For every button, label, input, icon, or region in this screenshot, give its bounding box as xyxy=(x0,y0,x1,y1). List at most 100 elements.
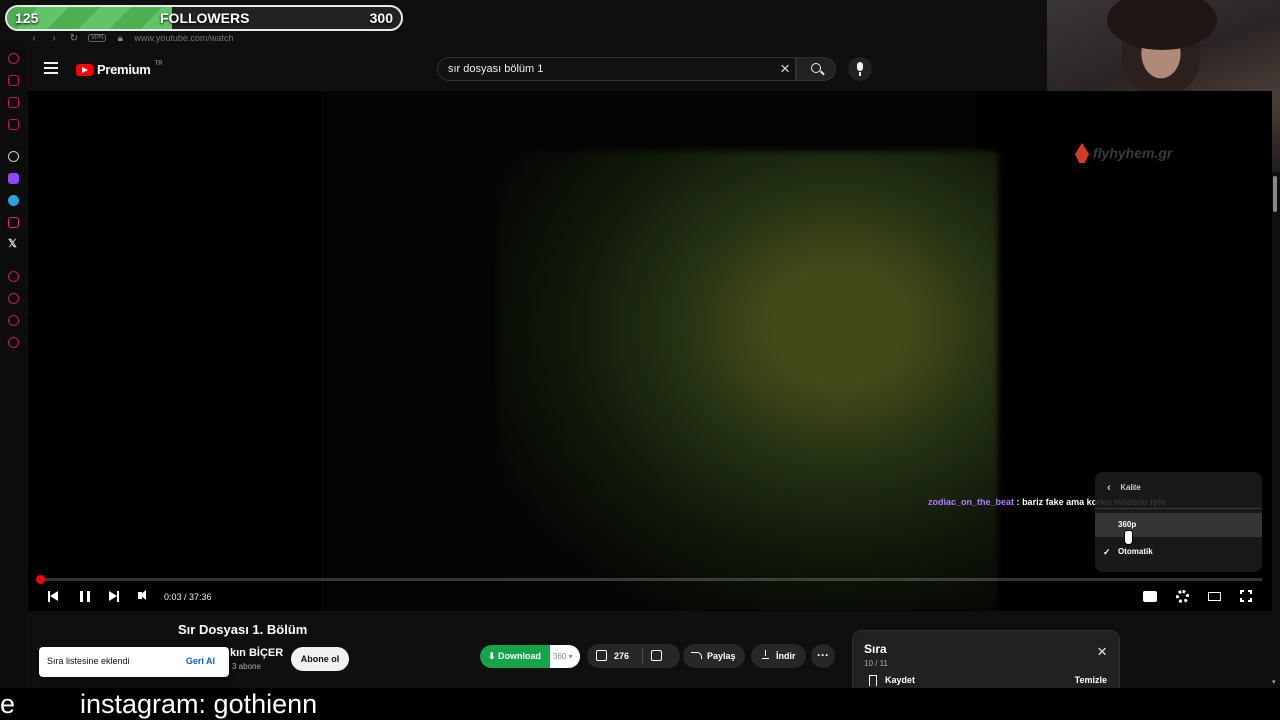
youtube-header: Premium TR sır dosyası bölüm 1 × xyxy=(28,45,1048,91)
quality-option-auto[interactable]: ✓ Otomatik xyxy=(1095,540,1262,564)
logo-region: TR xyxy=(154,60,163,67)
like-dislike-group: 276 xyxy=(587,644,680,668)
channel-name[interactable]: kın BİÇER xyxy=(230,647,283,659)
voice-search-button[interactable] xyxy=(848,57,872,81)
x-icon[interactable]: 𝕏 xyxy=(8,237,17,250)
stream-overlay-bar: e instagram: gothienn xyxy=(0,688,1280,720)
download-text: Download xyxy=(498,651,542,661)
lock-icon: 🔒︎ xyxy=(117,32,123,44)
volume-icon[interactable] xyxy=(138,590,146,600)
chat-separator: : xyxy=(1016,497,1020,507)
like-count[interactable]: 276 xyxy=(614,644,629,668)
close-icon[interactable]: × xyxy=(1097,643,1107,660)
chat-username: zodiac_on_the_beat xyxy=(928,497,1015,507)
check-icon: ✓ xyxy=(1103,547,1111,557)
watermark-text: flyhyhem.gr xyxy=(1093,145,1173,161)
share-label: Paylaş xyxy=(707,651,736,661)
menu-icon[interactable] xyxy=(44,62,58,74)
divider xyxy=(1095,508,1262,509)
share-icon xyxy=(691,652,702,659)
history-icon[interactable] xyxy=(8,293,19,304)
download-quality-select[interactable]: 360 ▾ xyxy=(550,645,580,668)
download-label: İndir xyxy=(776,651,796,661)
subscribe-button[interactable]: Abone ol xyxy=(291,647,349,671)
browser-toolbar: ‹ › ↻ VPN 🔒︎ www.youtube.com/watch xyxy=(28,31,1048,45)
sidebar-bag-icon[interactable] xyxy=(8,75,19,86)
video-watermark: flyhyhem.gr xyxy=(1075,143,1172,163)
sidebar-music-icon[interactable] xyxy=(8,119,19,130)
quality-option-360p[interactable]: 360p xyxy=(1095,513,1262,537)
youtube-logo-icon xyxy=(76,63,93,76)
quality-menu-header[interactable]: ‹ Kalite xyxy=(1107,482,1141,493)
player-controls: 0:03 / 37:36 xyxy=(28,583,1272,611)
prev-icon[interactable] xyxy=(48,591,60,602)
queue-panel: Sıra 10 / 11 × Kaydet Temizle xyxy=(852,630,1120,690)
quality-option-label: Otomatik xyxy=(1118,547,1153,556)
download-button[interactable]: İndir xyxy=(751,644,806,668)
queue-save-button[interactable]: Kaydet xyxy=(885,675,915,685)
time-display: 0:03 / 37:36 xyxy=(164,592,212,602)
undo-button[interactable]: Geri Al xyxy=(186,656,215,666)
telegram-icon[interactable] xyxy=(8,195,19,206)
scroll-thumb[interactable] xyxy=(1273,176,1277,212)
search-query[interactable]: sır dosyası bölüm 1 xyxy=(448,63,543,75)
dislike-icon[interactable] xyxy=(651,650,662,661)
browser-sidebar: 𝕏 GX ··· xyxy=(0,44,27,720)
chat-bubble-icon[interactable] xyxy=(8,315,19,326)
sidebar-player-icon[interactable] xyxy=(8,271,19,282)
like-icon[interactable] xyxy=(596,650,607,661)
theater-icon[interactable] xyxy=(1208,592,1221,601)
scroll-down-icon[interactable]: ▾ xyxy=(1272,678,1276,686)
share-button[interactable]: Paylaş xyxy=(683,644,745,668)
quality-menu-title: Kalite xyxy=(1120,483,1141,492)
subscriber-count: 3 abone xyxy=(232,662,261,671)
back-nav-icon[interactable]: ‹ xyxy=(28,33,40,44)
quality-menu: ‹ Kalite 360p ✓ Otomatik xyxy=(1095,472,1262,572)
download-extension-button[interactable]: ⬇ Download 360 ▾ xyxy=(480,645,580,668)
queue-position: 10 / 11 xyxy=(864,659,888,668)
search-button[interactable] xyxy=(796,57,836,81)
settings-icon[interactable] xyxy=(1176,590,1189,603)
sidebar-ai-icon[interactable] xyxy=(8,151,19,162)
search-icon xyxy=(811,63,821,73)
follower-label: FOLLOWERS xyxy=(160,10,250,26)
pause-icon[interactable] xyxy=(80,591,90,602)
next-icon[interactable] xyxy=(107,591,119,602)
queue-clear-button[interactable]: Temizle xyxy=(1075,675,1107,685)
overlay-instagram-text: instagram: gothienn xyxy=(80,689,318,719)
address-bar[interactable]: www.youtube.com/watch xyxy=(134,33,233,43)
sidebar-app-icon[interactable] xyxy=(8,53,19,64)
settings-gear-icon[interactable] xyxy=(8,337,19,348)
page-scrollbar[interactable]: ▾ xyxy=(1272,172,1280,692)
follower-goal: 300 xyxy=(369,10,393,26)
toast-text: Sıra listesine eklendi xyxy=(47,656,130,666)
mic-icon xyxy=(857,62,863,76)
seek-bar[interactable] xyxy=(35,575,1262,584)
queue-toast: Sıra listesine eklendi Geri Al xyxy=(39,647,229,677)
download-icon xyxy=(762,650,769,659)
download-quality: 360 xyxy=(553,652,567,661)
back-icon[interactable]: ‹ xyxy=(1107,482,1111,493)
logo-text: Premium xyxy=(97,62,151,77)
reload-icon[interactable]: ↻ xyxy=(68,33,80,44)
vpn-badge[interactable]: VPN xyxy=(88,34,107,42)
overlay-fragment: e xyxy=(0,689,16,719)
search-input[interactable]: sır dosyası bölüm 1 × xyxy=(437,57,796,81)
twitch-icon[interactable] xyxy=(8,173,19,184)
quality-option-label: 360p xyxy=(1118,520,1137,529)
video-player[interactable] xyxy=(28,91,1272,611)
bookmark-icon[interactable] xyxy=(869,675,877,686)
follower-current: 125 xyxy=(15,10,39,26)
fullscreen-icon[interactable] xyxy=(1240,590,1252,602)
video-content xyxy=(498,151,998,611)
captions-icon[interactable] xyxy=(1143,591,1157,602)
queue-title: Sıra xyxy=(864,642,887,656)
more-actions-button[interactable]: ··· xyxy=(811,644,835,668)
download-extension-label: ⬇ Download xyxy=(488,651,542,661)
forward-nav-icon[interactable]: › xyxy=(48,33,60,44)
sidebar-social-icon[interactable] xyxy=(8,97,19,108)
video-title: Sır Dosyası 1. Bölüm xyxy=(178,622,308,637)
clear-icon[interactable]: × xyxy=(780,60,790,78)
youtube-logo[interactable]: Premium TR xyxy=(76,60,163,77)
instagram-icon[interactable] xyxy=(8,217,19,228)
